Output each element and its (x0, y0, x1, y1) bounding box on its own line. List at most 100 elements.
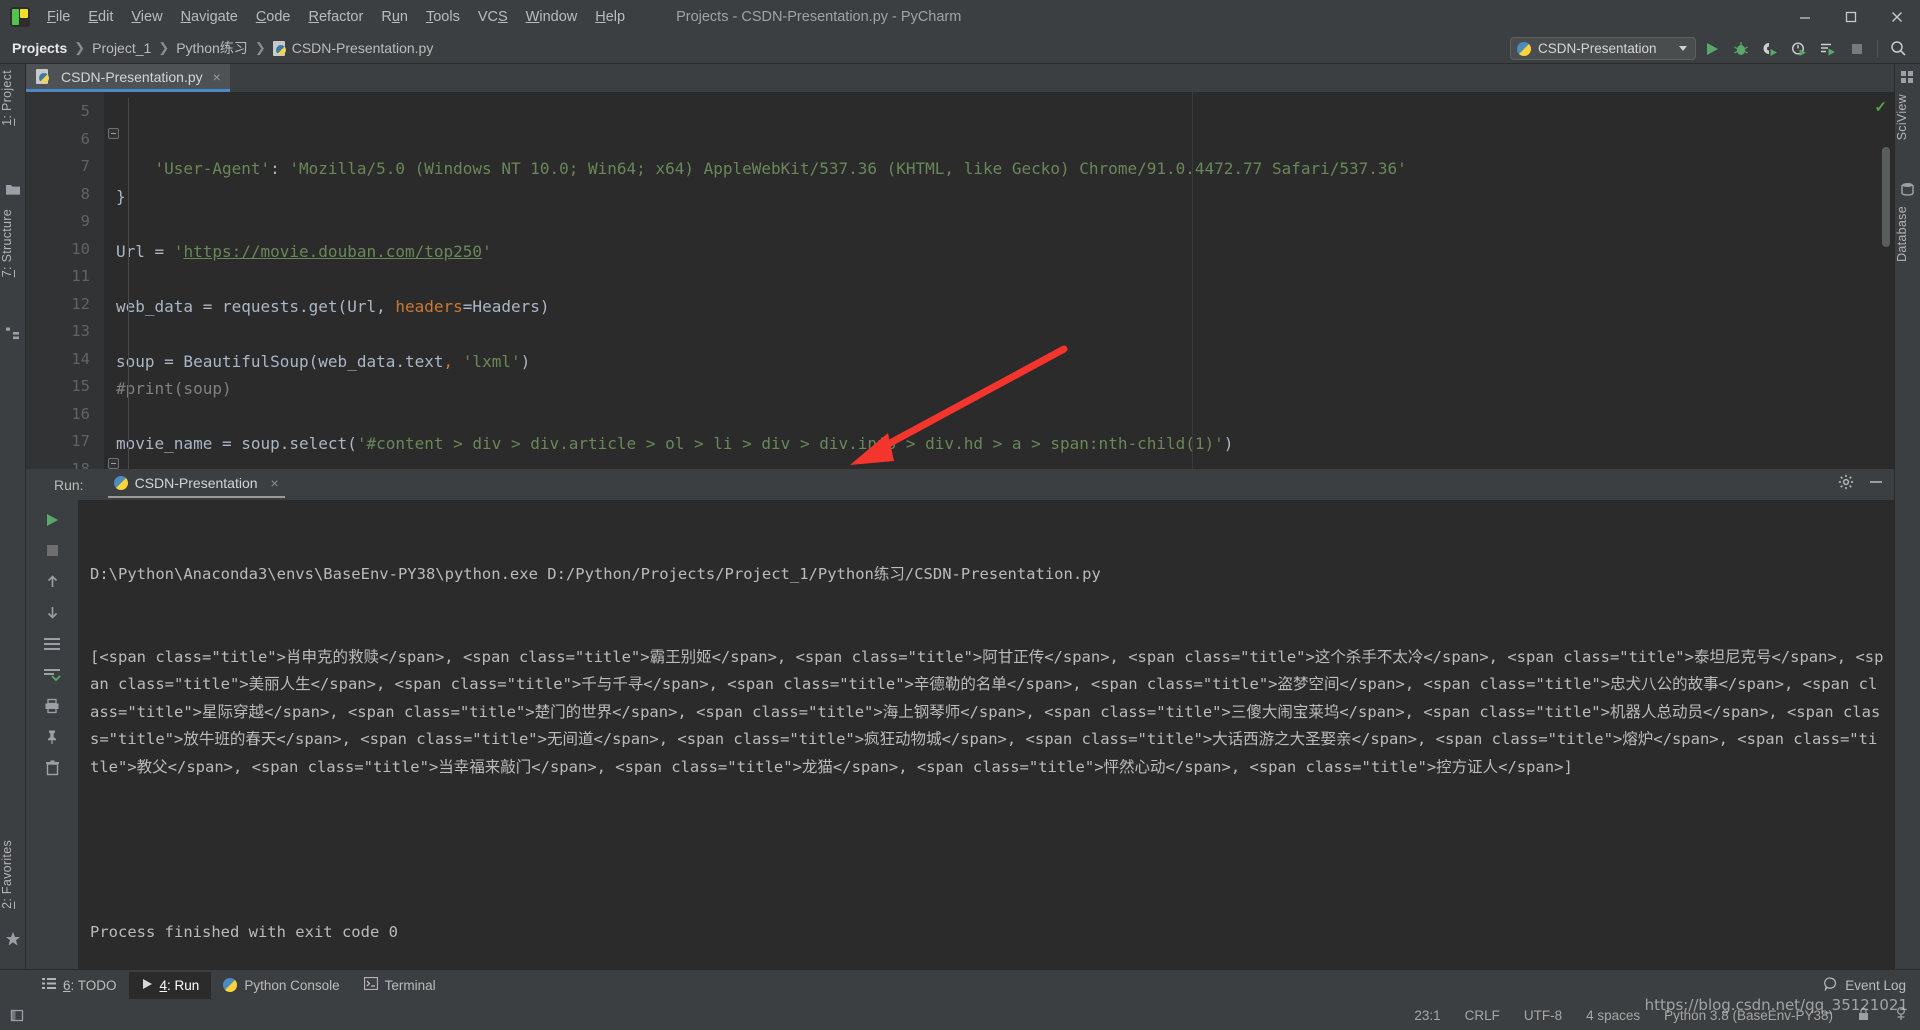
code-line[interactable] (104, 320, 1894, 348)
sidebar-tab-structure[interactable]: 7: Structure (0, 209, 26, 277)
inspector-icon[interactable] (1894, 1006, 1908, 1024)
run-with-coverage-button[interactable] (1756, 35, 1783, 62)
code-line[interactable]: movie_name = soup.select('#content > div… (104, 430, 1894, 458)
folder-icon[interactable] (5, 182, 21, 198)
menu-window[interactable]: Window (517, 6, 587, 28)
menu-run[interactable]: Run (372, 6, 417, 28)
sidebar-tab-project[interactable]: 1: Project (0, 70, 26, 126)
close-button[interactable] (1874, 0, 1920, 33)
down-arrow-icon[interactable] (26, 597, 78, 628)
code-line[interactable] (104, 210, 1894, 238)
tool-button-terminal[interactable]: Terminal (352, 972, 448, 999)
right-tool-strip: SciView Database (1894, 64, 1920, 969)
python-icon (223, 978, 238, 992)
code-token: =Headers) (462, 296, 550, 316)
structure-icon[interactable] (5, 326, 21, 342)
show-tool-windows-icon[interactable] (10, 1008, 25, 1023)
code-line[interactable]: soup = BeautifulSoup(web_data.text, 'lxm… (104, 348, 1894, 376)
grid-icon[interactable] (1900, 70, 1916, 86)
sidebar-tab-sciview[interactable]: SciView (1895, 94, 1920, 140)
code-token: , (443, 351, 454, 371)
maximize-button[interactable] (1828, 0, 1874, 33)
code-fold-icon[interactable] (108, 128, 119, 139)
status-caret-position[interactable]: 23:1 (1414, 1008, 1440, 1023)
line-number: 11 (71, 267, 90, 285)
run-icon (141, 978, 153, 993)
line-number: 9 (80, 212, 90, 230)
pycharm-window: File Edit View Navigate Code Refactor Ru… (0, 0, 1920, 1030)
pin-icon[interactable] (26, 721, 78, 752)
close-icon[interactable]: × (271, 475, 279, 491)
search-everywhere-icon[interactable] (1885, 35, 1912, 62)
code-content[interactable]: 'User-Agent': 'Mozilla/5.0 (Windows NT 1… (104, 92, 1894, 469)
code-editor[interactable]: 5 6 7 8 9 10 11 12 13 14 15 16 17 18 'User-Agent': 'M… (26, 92, 1894, 469)
code-line[interactable]: 'User-Agent': 'Mozilla/5.0 (Windows NT 1… (104, 155, 1894, 183)
database-icon[interactable] (1900, 182, 1916, 198)
code-line[interactable] (104, 403, 1894, 431)
code-line[interactable]: web_data = requests.get(Url, headers=Hea… (104, 293, 1894, 321)
menu-navigate[interactable]: Navigate (172, 6, 247, 28)
status-encoding[interactable]: UTF-8 (1524, 1008, 1562, 1023)
breadcrumb-folder[interactable]: Python练习 (176, 38, 248, 58)
editor-tab-csdn-presentation[interactable]: CSDN-Presentation.py × (26, 64, 230, 92)
run-tab-csdn-presentation[interactable]: CSDN-Presentation × (107, 472, 285, 498)
code-token: ) (520, 351, 531, 371)
code-fold-icon[interactable] (108, 458, 119, 469)
run-with-console-button[interactable] (1814, 35, 1841, 62)
rerun-icon[interactable] (26, 504, 78, 535)
menu-refactor[interactable]: Refactor (300, 6, 373, 28)
debug-button[interactable] (1727, 35, 1754, 62)
stop-button[interactable] (1843, 35, 1870, 62)
menu-tools[interactable]: Tools (417, 6, 469, 28)
line-number: 7 (80, 157, 90, 175)
lock-icon[interactable] (1857, 1007, 1870, 1024)
profile-button[interactable] (1785, 35, 1812, 62)
soft-wrap-icon[interactable] (26, 628, 78, 659)
terminal-icon (363, 976, 378, 993)
line-number: 13 (71, 322, 90, 340)
line-number: 15 (71, 377, 90, 395)
status-interpreter[interactable]: Python 3.8 (BaseEnv-PY38) (1664, 1008, 1833, 1023)
close-icon[interactable]: × (213, 69, 221, 85)
run-tab-label: CSDN-Presentation (134, 474, 258, 491)
code-line[interactable]: #print(soup) (104, 375, 1894, 403)
menu-code[interactable]: Code (247, 6, 300, 28)
breadcrumb-projects[interactable]: Projects (12, 40, 67, 56)
sidebar-tab-database[interactable]: Database (1895, 206, 1920, 262)
code-line[interactable]: Url = 'https://movie.douban.com/top250' (104, 238, 1894, 266)
menu-view[interactable]: View (122, 6, 171, 28)
sidebar-tab-favorites[interactable]: 2: Favorites (0, 840, 26, 909)
minimize-button[interactable] (1782, 0, 1828, 33)
editor-scrollbar[interactable] (1882, 147, 1890, 247)
tool-button-todo[interactable]: 6: TODO (30, 972, 129, 999)
star-icon[interactable] (5, 931, 21, 947)
tool-button-run[interactable]: 4: Run (128, 971, 212, 999)
hide-panel-icon[interactable] (1868, 474, 1884, 495)
main-body: 1: Project 7: Structure 2: Favorites CSD… (0, 64, 1920, 969)
run-button[interactable] (1698, 35, 1725, 62)
trash-icon[interactable] (26, 752, 78, 783)
menu-edit[interactable]: Edit (79, 6, 122, 28)
code-line[interactable] (104, 265, 1894, 293)
up-arrow-icon[interactable] (26, 566, 78, 597)
breadcrumb-file[interactable]: CSDN-Presentation.py (272, 40, 433, 56)
menu-vcs[interactable]: VCS (469, 6, 517, 28)
status-indent[interactable]: 4 spaces (1586, 1008, 1640, 1023)
menu-file[interactable]: File (38, 6, 79, 28)
print-icon[interactable] (26, 690, 78, 721)
scroll-to-end-icon[interactable] (26, 659, 78, 690)
code-line[interactable] (104, 458, 1894, 470)
code-line[interactable]: } (104, 183, 1894, 211)
console-output[interactable]: D:\Python\Anaconda3\envs\BaseEnv-PY38\py… (78, 500, 1894, 969)
breadcrumb-project[interactable]: Project_1 (92, 40, 151, 56)
editor-tab-strip: CSDN-Presentation.py × (26, 64, 1894, 92)
menu-help[interactable]: Help (586, 6, 634, 28)
inspection-status-icon[interactable]: ✓ (1874, 98, 1887, 116)
event-log-button[interactable]: Event Log (1824, 976, 1906, 994)
code-token: ' (173, 241, 184, 261)
stop-icon[interactable] (26, 535, 78, 566)
tool-button-python-console[interactable]: Python Console (211, 972, 351, 999)
gear-icon[interactable] (1838, 474, 1854, 495)
status-line-separator[interactable]: CRLF (1465, 1008, 1500, 1023)
run-configuration-selector[interactable]: CSDN-Presentation (1510, 37, 1696, 60)
